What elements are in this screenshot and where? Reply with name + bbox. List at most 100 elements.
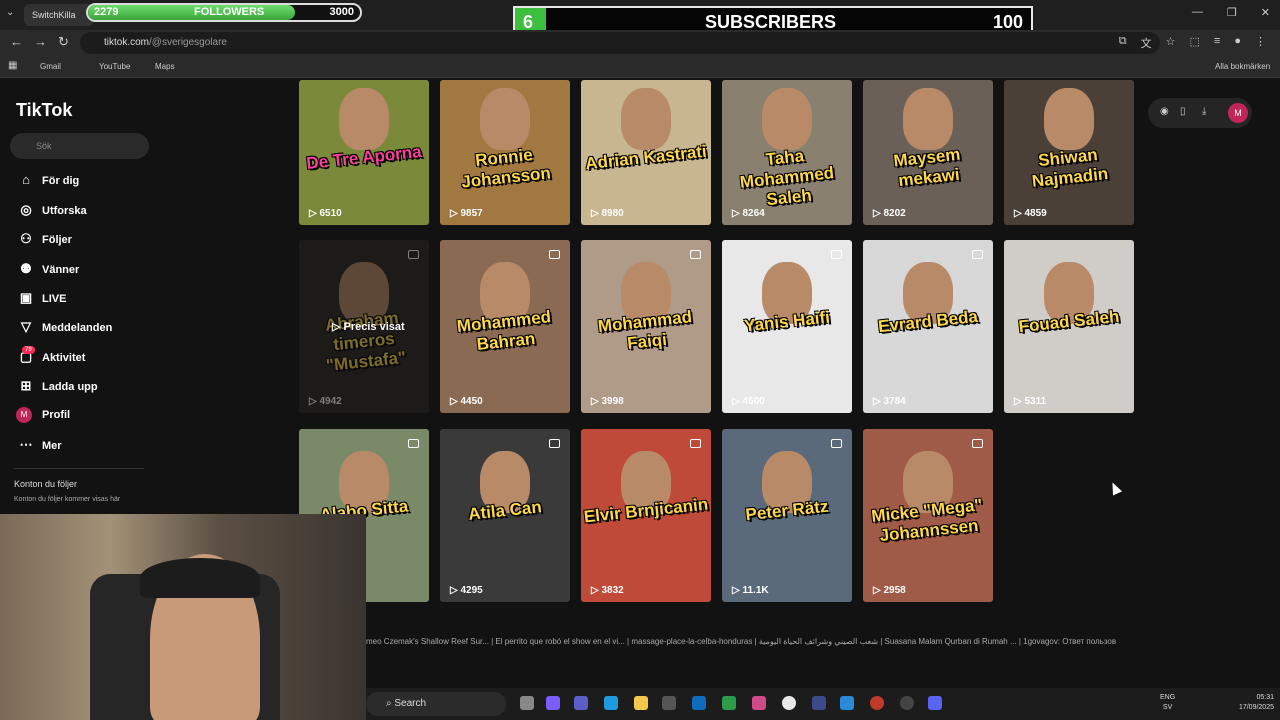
bookmark-gmail[interactable]: Gmail [40, 62, 61, 71]
restore-icon[interactable]: ❐ [1227, 6, 1237, 19]
video-card[interactable]: Mohammad Faiqi ▷ 3998 [581, 240, 711, 413]
close-icon[interactable]: ✕ [1261, 6, 1270, 19]
nav-friends[interactable]: ⚉ Vänner [16, 258, 79, 280]
explorer-icon[interactable] [634, 696, 648, 710]
video-card[interactable]: Atila Can ▷ 4295 [440, 429, 570, 602]
video-card[interactable]: Fouad Saleh ▷ 5311 [1004, 240, 1134, 413]
app-red-icon[interactable] [870, 696, 884, 710]
bookmark-youtube[interactable]: YouTube [99, 62, 130, 71]
apps-icon[interactable]: ▦ [8, 60, 17, 71]
mouse-cursor [1107, 480, 1123, 496]
video-card[interactable]: Taha Mohammed Saleh ▷ 8264 [722, 80, 852, 225]
recently-viewed-label: ▷ Precis visat [332, 321, 405, 333]
taskbar-search[interactable]: ⌕ Search [366, 692, 506, 716]
m365-icon[interactable] [752, 696, 766, 710]
video-card[interactable]: Ronnie Johansson ▷ 9857 [440, 80, 570, 225]
forward-icon[interactable]: → [34, 34, 47, 49]
nav-label: Ladda upp [42, 381, 98, 393]
profile-icon[interactable]: M [16, 407, 32, 423]
extensions-icon[interactable]: ⬚ [1190, 35, 1200, 51]
nav-label: Följer [42, 234, 72, 246]
bookmark-maps[interactable]: Maps [155, 62, 175, 71]
reload-icon[interactable]: ↻ [58, 34, 69, 50]
edge-icon[interactable] [604, 696, 618, 710]
coin-icon[interactable]: ◉ [1160, 106, 1169, 117]
profile-avatar-icon[interactable]: ● [1234, 35, 1241, 51]
browser-tab[interactable]: SwitchKilla [24, 4, 94, 26]
pinned-icon [549, 439, 560, 448]
video-card[interactable]: Yanis Haifi ▷ 4600 [722, 240, 852, 413]
nav-more[interactable]: ⋯ Mer [16, 434, 62, 456]
language-indicator[interactable]: ENG SV [1160, 693, 1175, 713]
video-title: Micke "Mega" Johannssen [870, 495, 984, 546]
trending-strip[interactable]: meo Czemak's Shallow Reef Sur... | El pe… [366, 637, 1266, 646]
view-count: ▷ 8980 [591, 208, 624, 219]
minimize-icon[interactable]: — [1192, 6, 1203, 19]
copilot-icon[interactable] [546, 696, 560, 710]
nav-for-you[interactable]: ⌂ För dig [16, 169, 79, 191]
chrome-icon[interactable] [782, 696, 796, 710]
view-count: ▷ 4600 [732, 396, 765, 407]
nav-live[interactable]: ▣ LIVE [16, 287, 67, 309]
avatar[interactable]: M [1228, 103, 1248, 123]
video-card[interactable]: Adrian Kastrati ▷ 8980 [581, 80, 711, 225]
clock[interactable]: 05:31 17/09/2025 [1226, 693, 1274, 713]
upload-icon: ⊞ [20, 378, 32, 393]
following-heading: Konton du följer [14, 479, 78, 489]
url-input[interactable]: tiktok.com/@sverigesgolare [80, 32, 1160, 54]
store-icon[interactable] [662, 696, 676, 710]
pinned-icon [549, 250, 560, 259]
video-title: Mohammad Faiqi [596, 307, 693, 353]
nav-explore[interactable]: ◎ Utforska [16, 199, 86, 221]
teams-icon[interactable] [574, 696, 588, 710]
video-card[interactable]: Elvir Brnjicanin ▷ 3832 [581, 429, 711, 602]
nav-following[interactable]: ⚇ Följer [16, 228, 72, 250]
search-input[interactable]: Sök [10, 133, 149, 159]
nav-label: Aktivitet [42, 352, 86, 364]
video-title: Mohammed Bahran [455, 307, 552, 354]
thumbnail-face [762, 88, 812, 150]
tiktok-logo[interactable]: TikTok [16, 100, 72, 121]
nav-profile[interactable]: Profil [42, 404, 70, 426]
media-icon[interactable]: ≡ [1214, 35, 1220, 51]
nav-messages[interactable]: ▽ Meddelanden [16, 316, 112, 338]
video-card[interactable]: Maysem mekawi ▷ 8202 [863, 80, 993, 225]
video-title: Abraham timeros "Mustafa" [324, 308, 407, 376]
pinned-icon [972, 250, 983, 259]
discord-icon[interactable] [928, 696, 942, 710]
back-icon[interactable]: ← [10, 34, 23, 49]
install-icon[interactable]: ⧉ [1119, 35, 1127, 51]
video-title: Shiwan Najmadin [1030, 144, 1110, 191]
nav-upload[interactable]: ⊞ Ladda upp [16, 375, 98, 397]
video-card[interactable]: Peter Rätz ▷ 11.1K [722, 429, 852, 602]
translate-icon[interactable]: 文 [1141, 35, 1152, 51]
video-card[interactable]: Mohammed Bahran ▷ 4450 [440, 240, 570, 413]
app-icon[interactable] [812, 696, 826, 710]
video-card[interactable]: Evrard Beda ▷ 3784 [863, 240, 993, 413]
time: 05:31 [1256, 694, 1274, 701]
task-view-icon[interactable] [520, 696, 534, 710]
outlook-icon[interactable] [692, 696, 706, 710]
video-card[interactable]: Micke "Mega" Johannssen ▷ 2958 [863, 429, 993, 602]
live-icon: ▣ [19, 290, 33, 305]
url-host: tiktok.com [104, 37, 150, 48]
photos-icon[interactable] [840, 696, 854, 710]
obs-icon[interactable] [900, 696, 914, 710]
video-card[interactable]: Shiwan Najmadin ▷ 4859 [1004, 80, 1134, 225]
view-count: ▷ 8202 [873, 208, 906, 219]
home-icon: ⌂ [22, 172, 30, 187]
video-title: Taha Mohammed Saleh [738, 146, 835, 210]
menu-icon[interactable]: ⋮ [1255, 35, 1266, 51]
pinned-icon [831, 250, 842, 259]
following-icon: ⚇ [20, 231, 32, 246]
taskbar-search-label: Search [394, 698, 427, 709]
video-card[interactable]: De Tre Aporna ▷ 6510 [299, 80, 429, 225]
pinned-icon [408, 250, 419, 259]
star-icon[interactable]: ☆ [1166, 35, 1176, 51]
all-bookmarks[interactable]: Alla bokmärken [1215, 62, 1270, 71]
view-count: ▷ 9857 [450, 208, 483, 219]
device-icon[interactable]: ▯ [1180, 106, 1186, 117]
tab-search-icon[interactable]: ⌄ [6, 7, 14, 18]
defender-icon[interactable] [722, 696, 736, 710]
download-icon[interactable]: ⤓ [1202, 106, 1206, 117]
